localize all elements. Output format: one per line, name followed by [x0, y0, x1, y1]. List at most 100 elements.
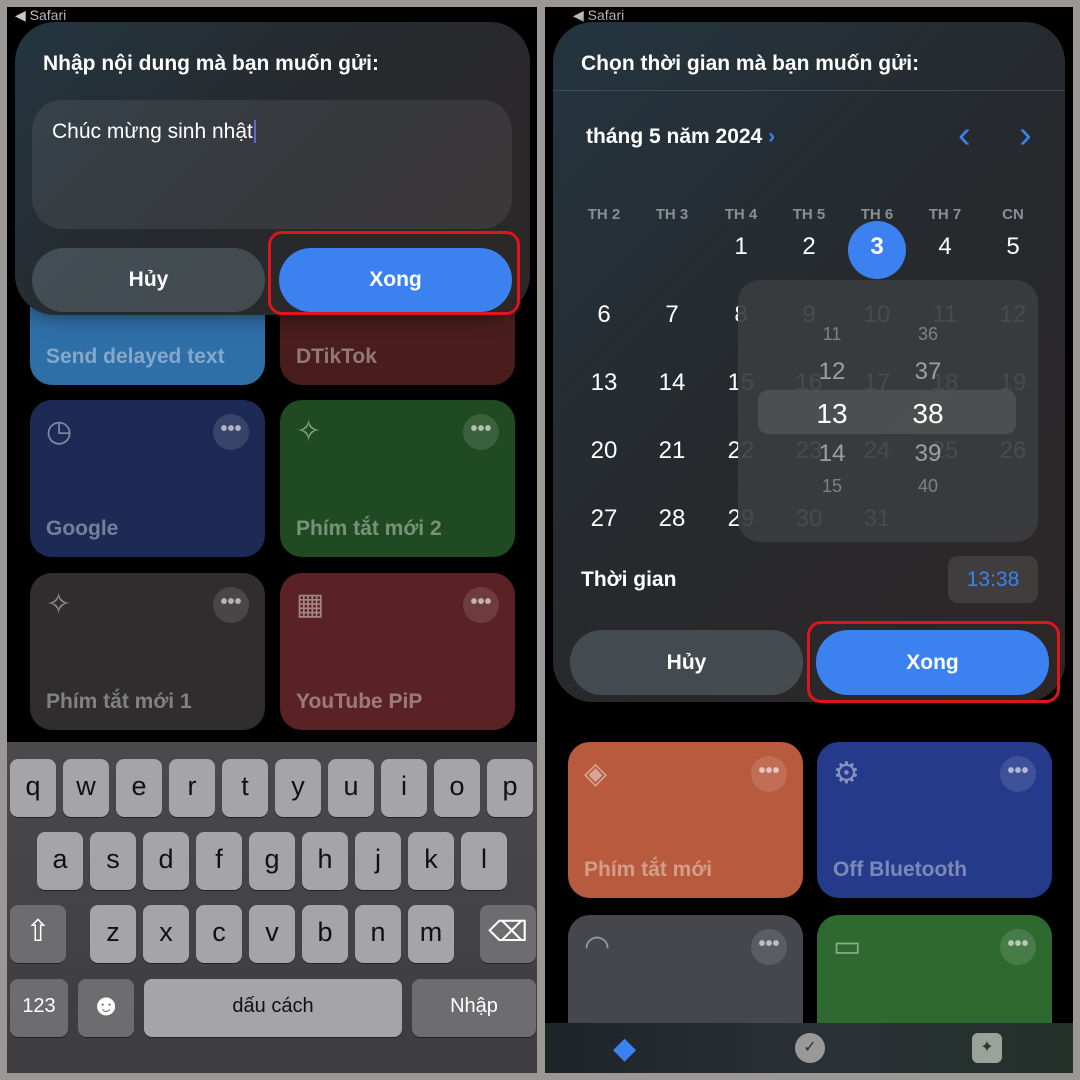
- key-f[interactable]: f: [196, 832, 242, 890]
- key-y[interactable]: y: [275, 759, 321, 817]
- time-picker-wheel[interactable]: 11 12 13 14 15 36 37 38 39 40: [738, 280, 1038, 542]
- return-key[interactable]: Nhập: [412, 979, 536, 1037]
- calendar-day[interactable]: 20: [574, 437, 634, 465]
- weekday-label: TH 3: [655, 206, 689, 223]
- picker-selection-bar: [758, 390, 1016, 434]
- more-button[interactable]: •••: [1000, 929, 1036, 965]
- shortcut-tile[interactable]: ▦ ••• YouTube PiP: [280, 573, 515, 730]
- hour-option[interactable]: 12: [802, 358, 862, 386]
- month-selector[interactable]: tháng 5 năm 2024 ›: [586, 125, 775, 149]
- hour-option[interactable]: 15: [802, 476, 862, 497]
- key-r[interactable]: r: [169, 759, 215, 817]
- next-month-button[interactable]: ›: [1019, 114, 1032, 157]
- key-a[interactable]: a: [37, 832, 83, 890]
- shortcut-tile[interactable]: ✧ ••• Phím tắt mới 2: [280, 400, 515, 557]
- hour-option[interactable]: 13: [802, 398, 862, 430]
- key-g[interactable]: g: [249, 832, 295, 890]
- space-key[interactable]: dấu cách: [144, 979, 402, 1037]
- key-i[interactable]: i: [381, 759, 427, 817]
- prev-month-button[interactable]: ‹: [958, 114, 971, 157]
- calendar-day[interactable]: 14: [642, 369, 702, 397]
- key-b[interactable]: b: [302, 905, 348, 963]
- minute-option[interactable]: 36: [898, 324, 958, 345]
- message-input[interactable]: Chúc mừng sinh nhật: [32, 100, 512, 229]
- message-input-value: Chúc mừng sinh nhật: [52, 120, 253, 143]
- cancel-button[interactable]: Hủy: [570, 630, 803, 695]
- layers-icon: ◈: [584, 757, 608, 790]
- time-value-button[interactable]: 13:38: [948, 556, 1038, 603]
- more-button[interactable]: •••: [1000, 756, 1036, 792]
- key-m[interactable]: m: [408, 905, 454, 963]
- calendar-day[interactable]: 1: [711, 233, 771, 261]
- key-c[interactable]: c: [196, 905, 242, 963]
- calendar-day[interactable]: 7: [642, 301, 702, 329]
- key-z[interactable]: z: [90, 905, 136, 963]
- more-button[interactable]: •••: [751, 756, 787, 792]
- hour-option[interactable]: 14: [802, 440, 862, 468]
- more-button[interactable]: •••: [213, 414, 249, 450]
- tab-shortcuts[interactable]: ◆: [613, 1031, 636, 1066]
- minute-option[interactable]: 37: [898, 358, 958, 386]
- clock-check-icon: ✓: [803, 1039, 817, 1056]
- highlight-box: [807, 621, 1060, 703]
- more-button[interactable]: •••: [463, 414, 499, 450]
- delete-key[interactable]: ⌫: [480, 905, 536, 963]
- shift-key[interactable]: ⇧: [10, 905, 66, 963]
- more-button[interactable]: •••: [213, 587, 249, 623]
- calendar-day[interactable]: 5: [983, 233, 1043, 261]
- minute-option[interactable]: 38: [898, 398, 958, 430]
- key-k[interactable]: k: [408, 832, 454, 890]
- key-p[interactable]: p: [487, 759, 533, 817]
- hour-option[interactable]: 11: [802, 324, 862, 345]
- cancel-button[interactable]: Hủy: [32, 248, 265, 312]
- divider: [553, 90, 1065, 91]
- calendar-day[interactable]: 4: [915, 233, 975, 261]
- calendar-day[interactable]: 6: [574, 301, 634, 329]
- shortcut-tile[interactable]: ⚙ ••• Off Bluetooth: [817, 742, 1052, 898]
- left-screen: ◀ Safari Send delayed text DTikTok ◷ ••• Goo…: [7, 7, 537, 1073]
- calendar-day[interactable]: 27: [574, 505, 634, 533]
- sparkle-icon: ✦: [980, 1039, 994, 1056]
- shortcut-tile[interactable]: ◈ ••• Phím tắt mới: [568, 742, 803, 898]
- date-picker-dialog: Chọn thời gian mà bạn muốn gửi: tháng 5 …: [553, 22, 1065, 702]
- highlight-box: [268, 231, 520, 315]
- weekday-label: TH 2: [587, 206, 621, 223]
- dialog-title: Chọn thời gian mà bạn muốn gửi:: [581, 52, 920, 75]
- key-h[interactable]: h: [302, 832, 348, 890]
- key-w[interactable]: w: [63, 759, 109, 817]
- calendar-day[interactable]: 21: [642, 437, 702, 465]
- calendar-day[interactable]: 3: [847, 233, 907, 261]
- key-l[interactable]: l: [461, 832, 507, 890]
- more-button[interactable]: •••: [463, 587, 499, 623]
- calendar-day[interactable]: 2: [779, 233, 839, 261]
- emoji-key[interactable]: ☻: [78, 979, 134, 1037]
- key-v[interactable]: v: [249, 905, 295, 963]
- minute-option[interactable]: 39: [898, 440, 958, 468]
- key-q[interactable]: q: [10, 759, 56, 817]
- numbers-key[interactable]: 123: [10, 979, 68, 1037]
- tile-label: Send delayed text: [46, 345, 225, 368]
- tab-automation[interactable]: ✓: [795, 1033, 825, 1063]
- key-u[interactable]: u: [328, 759, 374, 817]
- gear-play-icon: ⚙: [833, 757, 860, 790]
- key-n[interactable]: n: [355, 905, 401, 963]
- shortcut-tile[interactable]: ◷ ••• Google: [30, 400, 265, 557]
- tile-label: YouTube PiP: [296, 690, 423, 713]
- key-s[interactable]: s: [90, 832, 136, 890]
- key-t[interactable]: t: [222, 759, 268, 817]
- shortcut-tile[interactable]: ✧ ••• Phím tắt mới 1: [30, 573, 265, 730]
- minute-option[interactable]: 40: [898, 476, 958, 497]
- weekday-label: CN: [1002, 206, 1024, 223]
- tab-gallery[interactable]: ✦: [972, 1033, 1002, 1063]
- key-j[interactable]: j: [355, 832, 401, 890]
- right-screen: ◀ Safari ◈ ••• Phím tắt mới ⚙ ••• Off Bluetoo…: [545, 7, 1073, 1073]
- key-e[interactable]: e: [116, 759, 162, 817]
- key-x[interactable]: x: [143, 905, 189, 963]
- key-o[interactable]: o: [434, 759, 480, 817]
- calendar-day[interactable]: 13: [574, 369, 634, 397]
- calendar-day[interactable]: 28: [642, 505, 702, 533]
- more-button[interactable]: •••: [751, 929, 787, 965]
- key-d[interactable]: d: [143, 832, 189, 890]
- tab-bar: ◆ ✓ ✦: [545, 1023, 1073, 1073]
- wifi-icon: ◠: [584, 930, 611, 963]
